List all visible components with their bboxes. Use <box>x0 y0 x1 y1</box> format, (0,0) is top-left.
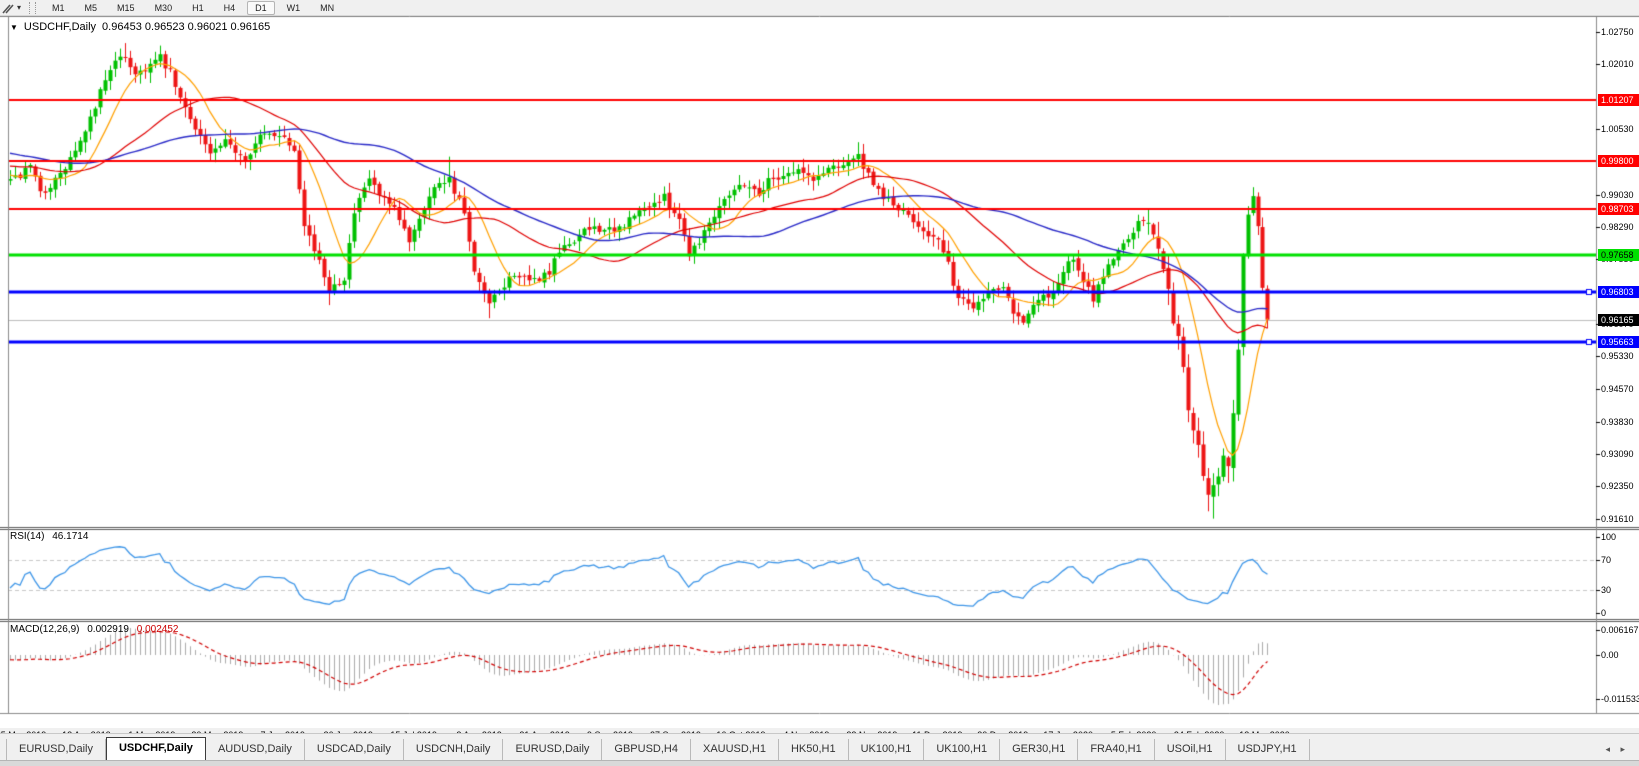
price-tick: 0.92350 <box>1601 481 1639 492</box>
price-tick: 0.94570 <box>1601 384 1639 395</box>
tab-hk50-h1[interactable]: HK50,H1 <box>779 739 849 760</box>
chart-canvas[interactable] <box>0 16 1639 728</box>
chart-title: ▼ USDCHF,Daily 0.96453 0.96523 0.96021 0… <box>10 21 270 33</box>
tab-usdchf-daily[interactable]: USDCHF,Daily <box>106 737 206 761</box>
timeframe-button-m15[interactable]: M15 <box>109 1 143 15</box>
tab-uk100-h1[interactable]: UK100,H1 <box>924 739 1000 760</box>
chart-window: ▼ USDCHF,Daily 0.96453 0.96523 0.96021 0… <box>0 16 1639 728</box>
timeframe-button-m1[interactable]: M1 <box>44 1 73 15</box>
toolbar: ▾ M1 M5M15 M30H1 H4D1 W1MN <box>0 0 1639 16</box>
timeframe-buttons: M1 M5M15 M30H1 H4D1 W1MN <box>42 1 344 15</box>
price-tick: 0.98290 <box>1601 222 1639 233</box>
rsi-axis-tick: 70 <box>1601 555 1611 566</box>
price-line-label: 0.99800 <box>1598 155 1639 167</box>
price-line-label: 0.98703 <box>1598 203 1639 215</box>
symbol-dropdown-icon[interactable]: ▼ <box>10 23 18 32</box>
chart-title-quotes: 0.96453 0.96523 0.96021 0.96165 <box>102 21 270 33</box>
mt4-window: { "toolbar": { "timeframes": ["M1","M5",… <box>0 0 1639 765</box>
timeframe-button-m30[interactable]: M30 <box>147 1 181 15</box>
price-tick: 0.95330 <box>1601 351 1639 362</box>
timeframe-button-mn[interactable]: MN <box>312 1 342 15</box>
tab-scroll-arrows[interactable]: ◂ ▸ <box>1605 744 1629 755</box>
toolbar-separator <box>29 2 36 14</box>
timeframe-button-h4[interactable]: H4 <box>216 1 244 15</box>
tab-bar: EURUSD,DailyUSDCHF,DailyAUDUSD,DailyUSDC… <box>0 733 1639 761</box>
macd-signal-value: 0.002452 <box>137 624 179 635</box>
price-line-label: 0.96803 <box>1598 286 1639 298</box>
tab-uk100-h1[interactable]: UK100,H1 <box>849 739 925 760</box>
price-tick: 1.00530 <box>1601 124 1639 135</box>
tab-xauusd-h1[interactable]: XAUUSD,H1 <box>691 739 779 760</box>
timeframe-button-d1[interactable]: D1 <box>247 1 275 15</box>
rsi-axis-tick: 0 <box>1601 608 1606 619</box>
rsi-value: 46.1714 <box>52 531 88 542</box>
macd-axis-tick: 0.00 <box>1601 650 1619 661</box>
timeframe-button-h1[interactable]: H1 <box>184 1 212 15</box>
rsi-label: RSI(14) 46.1714 <box>10 531 88 542</box>
drawing-tool-icon[interactable] <box>1 2 17 14</box>
tab-fra40-h1[interactable]: FRA40,H1 <box>1078 739 1154 760</box>
chart-symbol: USDCHF,Daily <box>24 21 96 33</box>
tab-ger30-h1[interactable]: GER30,H1 <box>1000 739 1078 760</box>
tab-list: EURUSD,DailyUSDCHF,DailyAUDUSD,DailyUSDC… <box>0 737 1310 761</box>
rsi-axis-tick: 30 <box>1601 585 1611 596</box>
price-tick: 1.02750 <box>1601 27 1639 38</box>
tab-usdcnh-daily[interactable]: USDCNH,Daily <box>404 739 504 760</box>
chevron-down-icon[interactable]: ▾ <box>17 3 21 12</box>
tab-usdjpy-h1[interactable]: USDJPY,H1 <box>1226 739 1310 760</box>
price-tick: 0.93090 <box>1601 449 1639 460</box>
rsi-name: RSI(14) <box>10 531 44 542</box>
macd-axis-tick: -0.011533 <box>1601 694 1639 705</box>
macd-axis-tick: 0.006167 <box>1601 625 1639 636</box>
price-tick: 0.99030 <box>1601 190 1639 201</box>
price-tick: 0.91610 <box>1601 514 1639 525</box>
tab-eurusd-daily[interactable]: EURUSD,Daily <box>6 739 106 760</box>
tab-eurusd-daily[interactable]: EURUSD,Daily <box>503 739 602 760</box>
price-line-label: 0.95663 <box>1598 336 1639 348</box>
tab-usoil-h1[interactable]: USOil,H1 <box>1155 739 1226 760</box>
tab-gbpusd-h4[interactable]: GBPUSD,H4 <box>602 739 691 760</box>
current-price-label: 0.96165 <box>1598 314 1639 326</box>
tab-audusd-daily[interactable]: AUDUSD,Daily <box>206 739 305 760</box>
timeframe-button-w1[interactable]: W1 <box>279 1 309 15</box>
macd-name: MACD(12,26,9) <box>10 624 79 635</box>
timeframe-button-m5[interactable]: M5 <box>77 1 106 15</box>
tab-usdcad-daily[interactable]: USDCAD,Daily <box>305 739 404 760</box>
rsi-axis-tick: 100 <box>1601 532 1616 543</box>
price-tick: 0.93830 <box>1601 417 1639 428</box>
price-line-label: 0.97658 <box>1598 249 1639 261</box>
macd-value: 0.002919 <box>87 624 129 635</box>
bottom-scrollbar[interactable] <box>0 760 1639 766</box>
price-line-label: 1.01207 <box>1598 94 1639 106</box>
price-tick: 1.02010 <box>1601 59 1639 70</box>
macd-label: MACD(12,26,9) 0.002919 0.002452 <box>10 624 178 635</box>
